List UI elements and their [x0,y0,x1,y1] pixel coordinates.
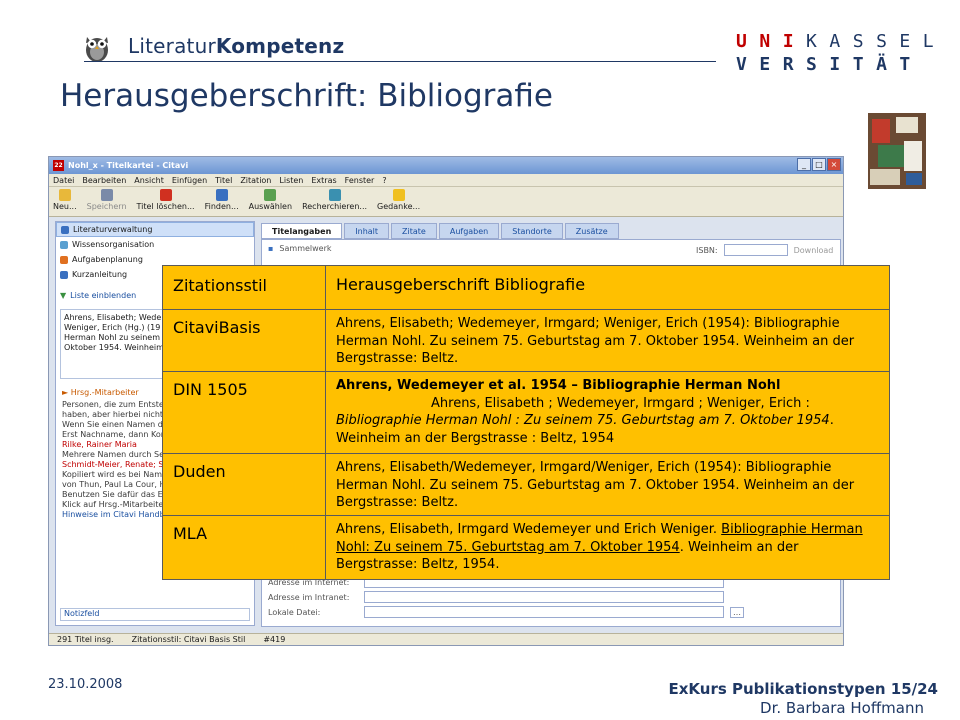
tab-inhalt: Inhalt [344,223,390,239]
citation-short-title: Ahrens, Wedemeyer et al. 1954 – Bibliogr… [336,378,781,393]
owl-logo-icon [86,37,108,62]
course-label: ExKurs Publikationstypen 15/24 [668,680,938,698]
folder-icon [58,189,71,201]
style-name: CitaviBasis [162,309,326,372]
find-button: Finden... [205,189,239,211]
tasks-icon [60,255,68,264]
lightbulb-icon [392,189,405,201]
style-name: MLA [162,515,326,580]
page-title: Herausgeberschrift: Bibliografie [60,78,553,114]
table-header-row: Zitationsstil Herausgeberschrift Bibliog… [162,265,890,310]
chevron-down-icon: ▼ [60,291,67,300]
minimize-icon: _ [797,158,811,171]
style-name: Duden [162,453,326,516]
maximize-icon: □ [812,158,826,171]
window-controls: _ □ × [797,158,841,171]
menu-item-datei: Datei [53,175,75,185]
author-name: Dr. Barbara Hoffmann [760,699,924,717]
table-row: MLA Ahrens, Elisabeth, Irmgard Wedemeyer… [162,515,890,580]
table-row: Duden Ahrens, Elisabeth/Wedemeyer, Irmga… [162,453,890,516]
help-icon [60,270,68,279]
window-title: Nohl_x - Titelkartei - Citavi [68,161,189,170]
new-button: Neu... [53,189,77,211]
university-logo-line-1: UNIKASSEL [736,31,947,52]
nav-item-literaturverwaltung: Literaturverwaltung [56,222,254,237]
delete-icon [159,189,172,201]
tab-zitate: Zitate [391,223,437,239]
menu-item-listen: Listen [279,175,304,185]
table-row: CitaviBasis Ahrens, Elisabeth; Wedemeyer… [162,309,890,372]
slide-date: 23.10.2008 [48,677,123,692]
save-button: Speichern [87,189,127,211]
find-icon [215,189,228,201]
menu-item-ansicht: Ansicht [134,175,164,185]
knowledge-icon [60,240,68,249]
toolbar: Neu... Speichern Titel löschen... Finden… [49,187,843,217]
window-titlebar: 22 Nohl_x - Titelkartei - Citavi [49,157,843,174]
document-type-icon: ▪ [268,244,274,253]
notes-field: Notizfeld [60,608,250,621]
delete-title-button: Titel löschen... [137,189,195,211]
citavi-logo-icon: 22 [53,160,64,171]
menu-bar: Datei Bearbeiten Ansicht Einfügen Titel … [49,174,843,187]
status-bar: 291 Titel insg. Zitationsstil: Citavi Ba… [49,633,843,645]
university-logo-line-2: VERSITÄT [736,54,923,75]
isbn-row: ISBN: Download [696,244,834,256]
menu-item-extras: Extras [311,175,337,185]
brand-title: LiteraturKompetenz [128,34,345,58]
citation-title: Bibliographie Herman Nohl : Zu seinem 75… [336,413,830,428]
column-header-style: Zitationsstil [162,265,326,310]
local-file-row: Lokale Datei:… [268,606,744,618]
column-header-format: Herausgeberschrift Bibliografie [325,265,890,310]
nav-item-wissensorganisation: Wissensorganisation [56,237,254,252]
menu-item-titel: Titel [215,175,233,185]
thought-button: Gedanke... [377,189,420,211]
tab-titelangaben: Titelangaben [261,223,343,239]
close-icon: × [827,158,841,171]
citation-style-table: Zitationsstil Herausgeberschrift Bibliog… [162,265,890,580]
decorative-photo [868,113,926,189]
citation-example: Ahrens, Elisabeth, Irmgard Wedemeyer und… [325,515,890,580]
save-icon [100,189,113,201]
tab-bar: Titelangaben Inhalt Zitate Aufgaben Stan… [261,223,619,239]
citation-authors: Ahrens, Elisabeth, Irmgard Wedemeyer und… [336,522,722,537]
books-icon [61,225,69,234]
select-button: Auswählen [249,189,292,211]
header-divider [84,61,716,62]
menu-item-help: ? [382,175,387,185]
browse-icon: … [730,606,744,618]
table-row: DIN 1505 Ahrens, Wedemeyer et al. 1954 –… [162,371,890,454]
filter-icon [264,189,277,201]
citation-example: Ahrens, Wedemeyer et al. 1954 – Bibliogr… [325,371,890,454]
intranet-address-row: Adresse im Intranet: [268,591,724,603]
search-icon [328,189,341,201]
menu-item-zitation: Zitation [240,175,272,185]
research-button: Recherchieren... [302,189,367,211]
citation-example: Ahrens, Elisabeth/Wedemeyer, Irmgard/Wen… [325,453,890,516]
tab-standorte: Standorte [501,223,563,239]
style-name: DIN 1505 [162,371,326,454]
sammelwerk-row: ▪ Sammelwerk [268,244,332,253]
menu-item-einfuegen: Einfügen [171,175,208,185]
tab-zusaetze: Zusätze [564,223,619,239]
menu-item-fenster: Fenster [344,175,375,185]
menu-item-bearbeiten: Bearbeiten [82,175,127,185]
tab-aufgaben: Aufgaben [438,223,500,239]
citation-example: Ahrens, Elisabeth; Wedemeyer, Irmgard; W… [325,309,890,372]
citation-authors: Ahrens, Elisabeth ; Wedemeyer, Irmgard ;… [431,395,810,411]
